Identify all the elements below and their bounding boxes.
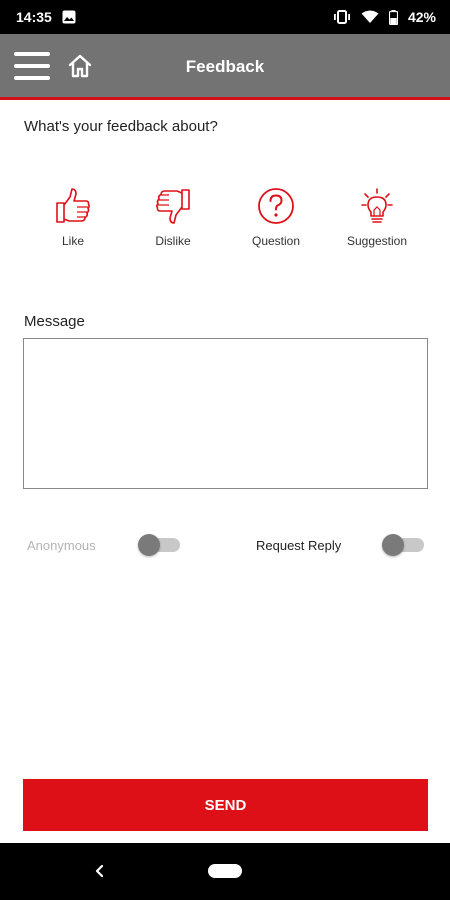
menu-icon-line bbox=[14, 52, 50, 56]
option-question[interactable]: Question bbox=[231, 186, 321, 248]
option-like[interactable]: Like bbox=[28, 186, 118, 248]
feedback-type-options: Like Dislike Question Suggestion bbox=[20, 186, 430, 256]
option-dislike-label: Dislike bbox=[155, 234, 191, 248]
option-suggestion[interactable]: Suggestion bbox=[332, 186, 422, 248]
wifi-icon bbox=[361, 10, 379, 24]
question-icon bbox=[258, 188, 294, 224]
options-toggle-row: Anonymous Request Reply bbox=[0, 530, 450, 560]
page-title: Feedback bbox=[185, 57, 265, 76]
anonymous-toggle[interactable] bbox=[138, 534, 182, 556]
message-label: Message bbox=[24, 313, 85, 330]
anonymous-label: Anonymous bbox=[27, 538, 96, 553]
request-reply-label: Request Reply bbox=[256, 538, 342, 553]
battery-icon bbox=[388, 9, 398, 25]
message-input[interactable] bbox=[23, 338, 428, 489]
option-suggestion-label: Suggestion bbox=[346, 234, 408, 248]
option-dislike[interactable]: Dislike bbox=[128, 186, 218, 248]
app-bar: Feedback bbox=[0, 34, 450, 100]
status-right: 42% bbox=[333, 9, 436, 25]
lightbulb-icon bbox=[361, 188, 393, 223]
navigation-bar bbox=[0, 843, 450, 900]
anonymous-toggle-thumb bbox=[138, 534, 160, 556]
home-pill-icon[interactable] bbox=[208, 864, 242, 878]
request-reply-toggle-thumb bbox=[382, 534, 404, 556]
status-bar: 14:35 42% bbox=[0, 0, 450, 34]
send-button[interactable]: SEND bbox=[23, 779, 428, 831]
battery-level: 42% bbox=[407, 9, 436, 25]
option-like-label: Like bbox=[61, 234, 84, 248]
status-time: 14:35 bbox=[16, 9, 52, 25]
feedback-question: What's your feedback about? bbox=[24, 118, 218, 135]
thumbs-down-icon bbox=[156, 189, 190, 224]
vibrate-icon bbox=[333, 10, 351, 24]
request-reply-toggle[interactable] bbox=[382, 534, 426, 556]
status-left: 14:35 bbox=[16, 9, 76, 25]
option-question-label: Question bbox=[251, 234, 301, 248]
back-icon[interactable] bbox=[88, 859, 112, 883]
thumbs-up-icon bbox=[56, 188, 90, 223]
image-icon bbox=[62, 10, 76, 24]
